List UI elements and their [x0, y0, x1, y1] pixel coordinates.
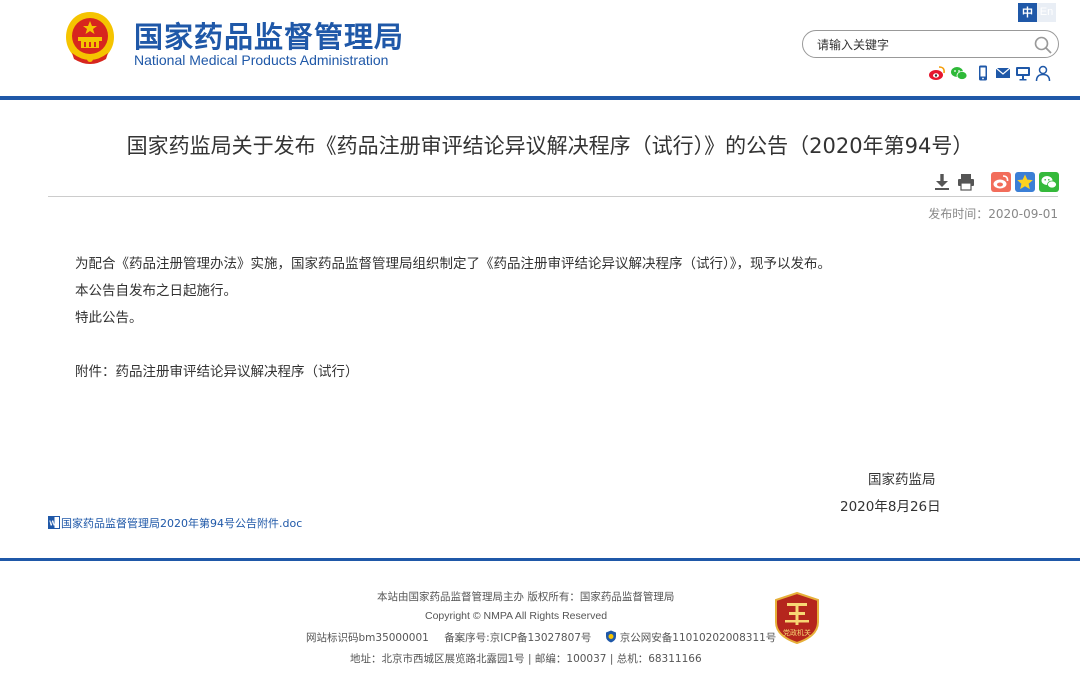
police-badge-icon — [605, 630, 616, 643]
site-name-cn[interactable]: 国家药品监督管理局 — [134, 14, 404, 56]
gov-agency-badge-icon[interactable]: 党政机关 — [774, 592, 820, 644]
word-doc-icon: W — [48, 516, 60, 529]
site-name-en[interactable]: National Medical Products Administration — [134, 52, 388, 68]
attachment-link-text[interactable]: 国家药品监督管理局2020年第94号公告附件.doc — [61, 517, 302, 530]
monitor-icon[interactable] — [1014, 64, 1032, 82]
download-icon[interactable] — [932, 172, 952, 192]
header-divider — [0, 96, 1080, 100]
search-input[interactable] — [817, 35, 1022, 55]
mail-icon[interactable] — [994, 64, 1012, 82]
site-header: 国家药品监督管理局 National Medical Products Admi… — [0, 0, 1080, 96]
weibo-share-icon[interactable] — [991, 172, 1011, 192]
wechat-icon[interactable] — [950, 64, 968, 82]
footer-registration: 网站标识码bm35000001 备案序号:京ICP备13027807号 京公网安… — [306, 630, 776, 645]
article-paragraph: 为配合《药品注册管理办法》实施，国家药品监督管理局组织制定了《药品注册审评结论异… — [75, 256, 831, 272]
search-icon[interactable] — [1033, 35, 1053, 55]
attachment-link[interactable]: W 国家药品监督管理局2020年第94号公告附件.doc — [48, 515, 302, 531]
signoff-date: 2020年8月26日 — [840, 499, 941, 515]
publish-time: 发布时间：2020-09-01 — [928, 207, 1058, 221]
gov-badge-label: 党政机关 — [783, 628, 811, 637]
footer-icp[interactable]: 备案序号:京ICP备13027807号 — [444, 632, 591, 644]
title-divider — [48, 196, 1058, 197]
lang-switch-cn[interactable]: 中 — [1018, 3, 1037, 22]
national-emblem-icon — [66, 12, 114, 64]
article-paragraph: 本公告自发布之日起施行。 — [75, 283, 237, 299]
footer-police-record[interactable]: 京公网安备11010202008311号 — [620, 632, 777, 644]
article-title: 国家药监局关于发布《药品注册审评结论异议解决程序（试行）》的公告（2020年第9… — [126, 134, 974, 158]
footer-sponsor: 本站由国家药品监督管理局主办 版权所有：国家药品监督管理局 — [377, 591, 675, 603]
footer-address: 地址：北京市西城区展览路北露园1号 | 邮编：100037 | 总机：68311… — [350, 653, 702, 665]
search-box — [802, 30, 1059, 58]
lang-switch-en[interactable]: En — [1037, 3, 1056, 22]
site-footer — [0, 561, 1080, 691]
mobile-icon[interactable] — [974, 64, 992, 82]
article-paragraph: 特此公告。 — [75, 310, 143, 326]
svg-text:W: W — [49, 521, 56, 528]
footer-copyright: Copyright © NMPA All Rights Reserved — [425, 610, 608, 622]
user-icon[interactable] — [1034, 64, 1052, 82]
footer-site-id: 网站标识码bm35000001 — [306, 632, 429, 644]
wechat-share-icon[interactable] — [1039, 172, 1059, 192]
attachment-note: 附件：药品注册审评结论异议解决程序（试行） — [75, 364, 359, 380]
signoff-org: 国家药监局 — [868, 472, 936, 488]
qzone-share-icon[interactable] — [1015, 172, 1035, 192]
weibo-icon[interactable] — [928, 64, 946, 82]
print-icon[interactable] — [956, 172, 976, 192]
